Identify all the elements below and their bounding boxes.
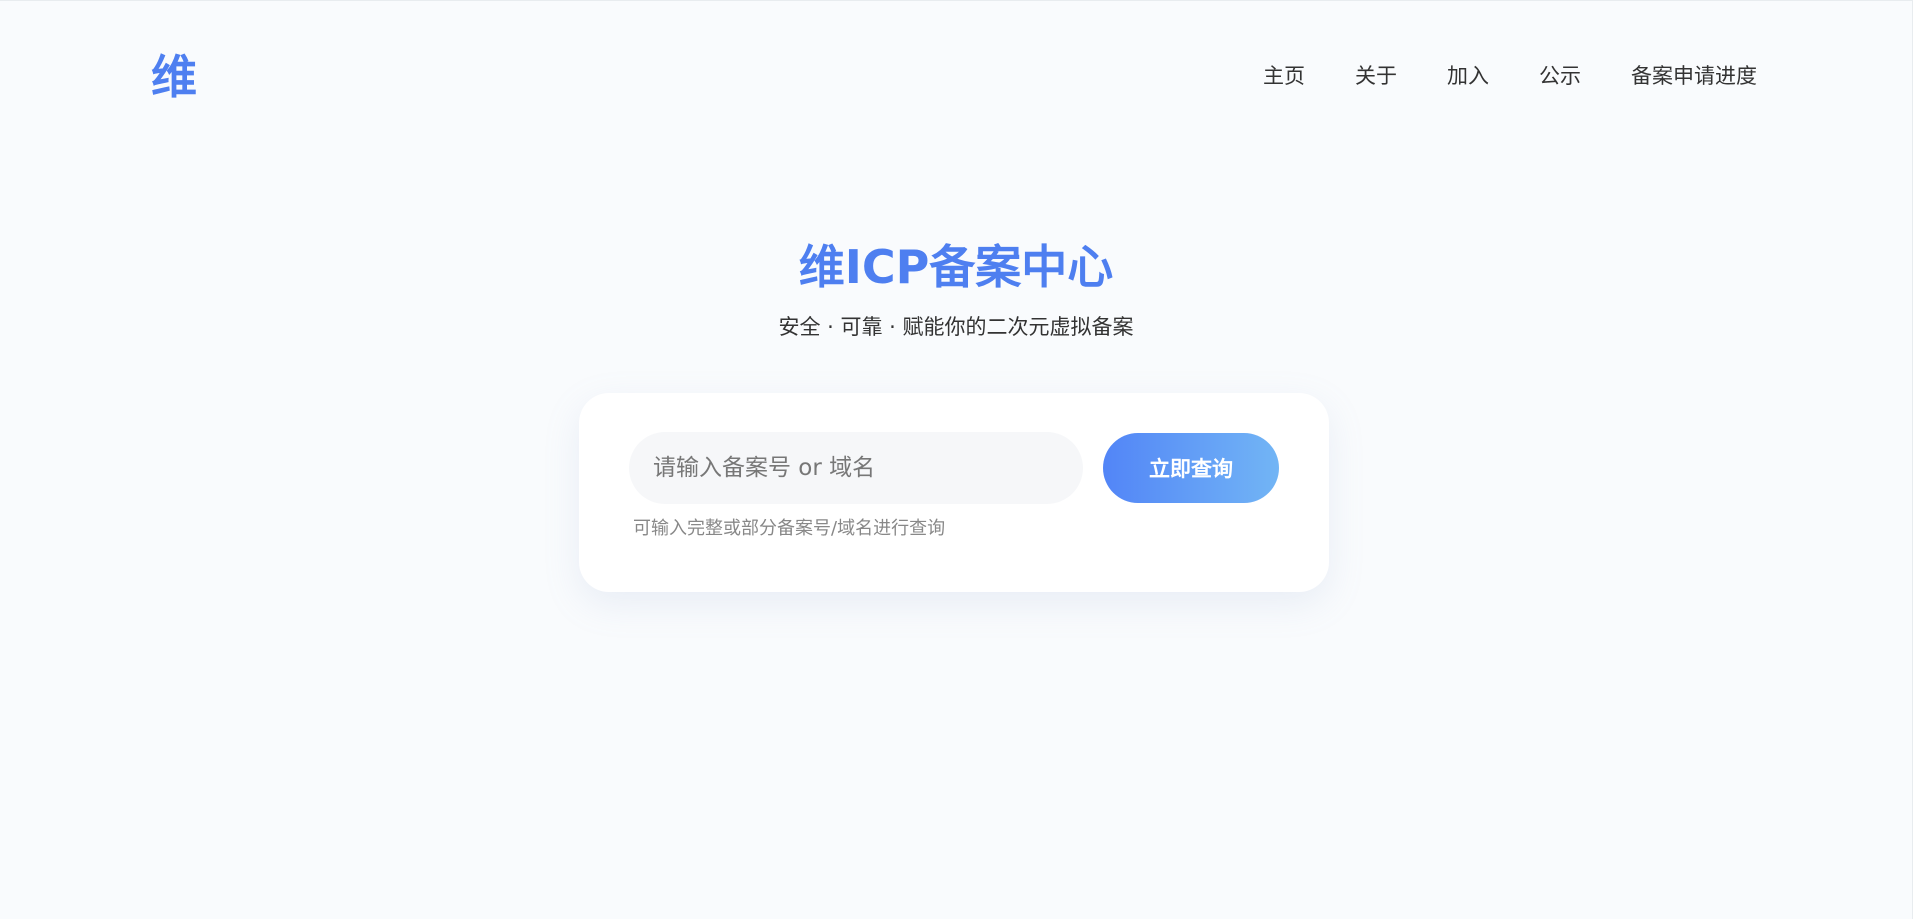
nav-item-home[interactable]: 主页: [1263, 59, 1305, 93]
page: 维 主页 关于 加入 公示 备案申请进度 维ICP备案中心 安全 · 可靠 · …: [0, 0, 1913, 919]
nav-item-about[interactable]: 关于: [1355, 59, 1397, 93]
nav-item-join[interactable]: 加入: [1447, 59, 1489, 93]
nav-item-application-progress[interactable]: 备案申请进度: [1631, 59, 1757, 93]
nav-item-notice[interactable]: 公示: [1539, 59, 1581, 93]
page-title: 维ICP备案中心: [798, 240, 1114, 294]
site-logo[interactable]: 维: [151, 47, 197, 107]
search-hint: 可输入完整或部分备案号/域名进行查询: [633, 518, 946, 539]
main-nav: 主页 关于 加入 公示 备案申请进度: [1263, 59, 1757, 93]
search-button[interactable]: 立即查询: [1103, 433, 1279, 503]
search-input[interactable]: [629, 432, 1083, 504]
search-card: 立即查询 可输入完整或部分备案号/域名进行查询: [579, 393, 1329, 592]
page-subtitle: 安全 · 可靠 · 赋能你的二次元虚拟备案: [778, 315, 1134, 339]
